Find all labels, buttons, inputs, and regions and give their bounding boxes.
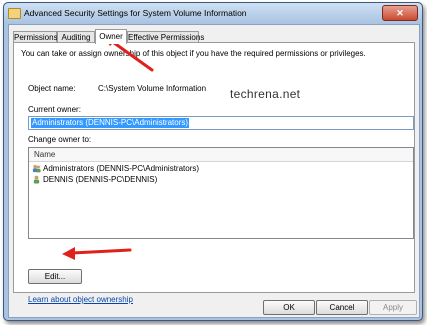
change-owner-list[interactable]: Name Administrators (DENNIS-PC\Administr… (28, 147, 414, 239)
cancel-button[interactable]: Cancel (316, 300, 368, 315)
security-settings-window: Advanced Security Settings for System Vo… (3, 2, 423, 321)
list-header[interactable]: Name (29, 148, 413, 162)
current-owner-field[interactable]: Administrators (DENNIS-PC\Administrators… (28, 116, 414, 130)
list-item-name: Administrators (DENNIS-PC\Administrators… (43, 164, 200, 173)
list-item[interactable]: DENNIS (DENNIS-PC\DENNIS) (32, 174, 157, 185)
group-icon (32, 165, 41, 173)
owner-panel: You can take or assign ownership of this… (13, 42, 415, 304)
apply-button[interactable]: Apply (369, 300, 417, 315)
list-item[interactable]: Administrators (DENNIS-PC\Administrators… (32, 163, 199, 174)
learn-about-ownership-link[interactable]: Learn about object ownership (28, 295, 133, 304)
current-owner-value: Administrators (DENNIS-PC\Administrators… (31, 118, 190, 128)
user-icon (33, 176, 40, 184)
tab-owner[interactable]: Owner (95, 29, 127, 44)
title-bar[interactable]: Advanced Security Settings for System Vo… (4, 3, 422, 23)
current-owner-label: Current owner: (28, 105, 81, 114)
dialog-body: Permissions Auditing Owner Effective Per… (8, 24, 420, 318)
object-name-value: C:\System Volume Information (98, 84, 207, 93)
list-item-name: DENNIS (DENNIS-PC\DENNIS) (43, 175, 158, 184)
change-owner-label: Change owner to: (28, 135, 92, 144)
ok-button[interactable]: OK (263, 300, 315, 315)
watermark: techrena.net (230, 87, 301, 101)
close-button[interactable]: ✕ (382, 5, 418, 21)
name-column-header: Name (34, 150, 56, 159)
folder-icon (8, 8, 21, 19)
window-title: Advanced Security Settings for System Vo… (24, 8, 247, 18)
intro-text: You can take or assign ownership of this… (21, 49, 366, 58)
edit-button[interactable]: Edit... (28, 269, 82, 284)
object-name-label: Object name: (28, 84, 76, 93)
